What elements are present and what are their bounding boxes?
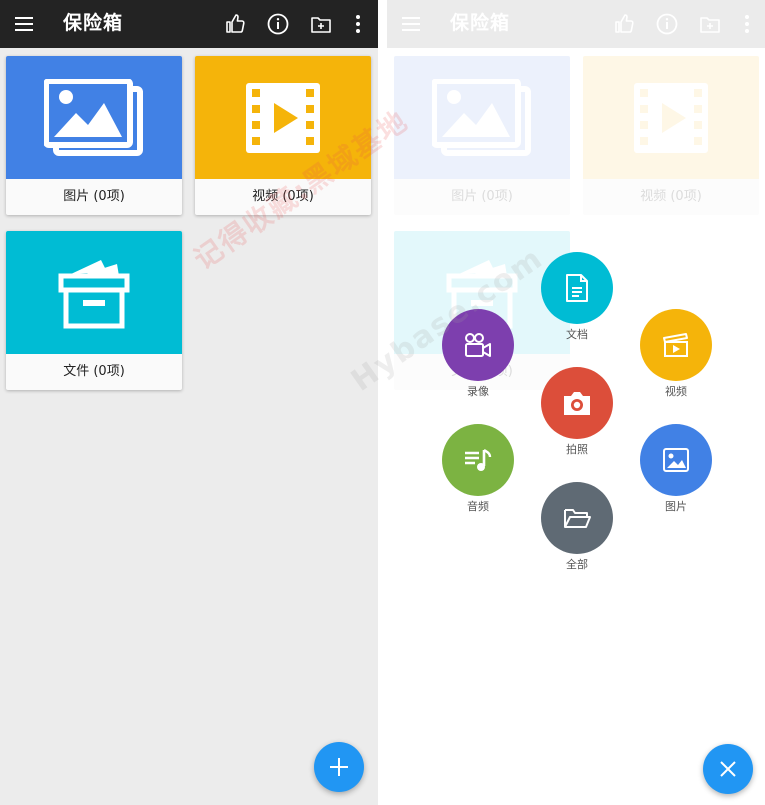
info-icon[interactable]: [655, 12, 679, 36]
clapperboard-icon: [640, 309, 712, 381]
category-label: 图片 (0项): [451, 189, 513, 204]
action-label: 文档: [566, 328, 588, 341]
category-label: 图片 (0项): [63, 189, 125, 204]
images-icon: [6, 56, 182, 179]
category-label: 视频 (0项): [640, 189, 702, 204]
action-document[interactable]: 文档: [540, 252, 614, 342]
action-all[interactable]: 全部: [540, 482, 614, 572]
archive-box-icon: [6, 231, 182, 354]
app-bar: 保险箱: [387, 0, 765, 48]
app-bar: 保险箱: [0, 0, 378, 48]
camera-icon: [541, 367, 613, 439]
film-play-icon: [583, 56, 759, 179]
category-label: 视频 (0项): [252, 189, 314, 204]
thumbs-up-icon[interactable]: [223, 12, 247, 36]
action-label: 图片: [665, 500, 687, 513]
images-icon: [394, 56, 570, 179]
vault-screen-menu-open: 保险箱 图片 (0项) 视频 (0项) 文档 录像 视频 拍照 音频 图片 全部: [387, 0, 765, 805]
action-label: 录像: [467, 385, 489, 398]
action-picture[interactable]: 图片: [639, 424, 713, 514]
action-record[interactable]: 录像: [441, 309, 515, 399]
category-card-images[interactable]: 图片 (0项): [6, 56, 182, 215]
add-folder-icon[interactable]: [309, 12, 333, 36]
close-icon: [719, 760, 737, 778]
add-fab-button[interactable]: [314, 742, 364, 792]
info-icon[interactable]: [266, 12, 290, 36]
vault-screen: 保险箱 图片 (0项) 视频 (0项) 文件 (0项): [0, 0, 378, 805]
category-card-videos[interactable]: 视频 (0项): [195, 56, 371, 215]
category-card-videos: 视频 (0项): [583, 56, 759, 215]
menu-icon[interactable]: [401, 14, 421, 34]
close-fab-button[interactable]: [703, 744, 753, 794]
category-card-images: 图片 (0项): [394, 56, 570, 215]
action-label: 视频: [665, 385, 687, 398]
plus-icon: [329, 757, 349, 777]
document-icon: [541, 252, 613, 324]
more-vertical-icon[interactable]: [735, 12, 759, 36]
more-vertical-icon[interactable]: [346, 12, 370, 36]
music-note-icon: [442, 424, 514, 496]
menu-icon[interactable]: [14, 14, 34, 34]
action-audio[interactable]: 音频: [441, 424, 515, 514]
action-label: 全部: [566, 558, 588, 571]
action-label: 拍照: [566, 443, 588, 456]
action-video[interactable]: 视频: [639, 309, 713, 399]
category-label: 文件 (0项): [63, 364, 125, 379]
add-folder-icon[interactable]: [698, 12, 722, 36]
action-label: 音频: [467, 500, 489, 513]
action-take-photo[interactable]: 拍照: [540, 367, 614, 457]
film-play-icon: [195, 56, 371, 179]
thumbs-up-icon[interactable]: [612, 12, 636, 36]
video-camera-icon: [442, 309, 514, 381]
folder-open-icon: [541, 482, 613, 554]
page-title: 保险箱: [63, 12, 124, 34]
image-icon: [640, 424, 712, 496]
page-title: 保险箱: [450, 12, 511, 34]
category-card-files[interactable]: 文件 (0项): [6, 231, 182, 390]
